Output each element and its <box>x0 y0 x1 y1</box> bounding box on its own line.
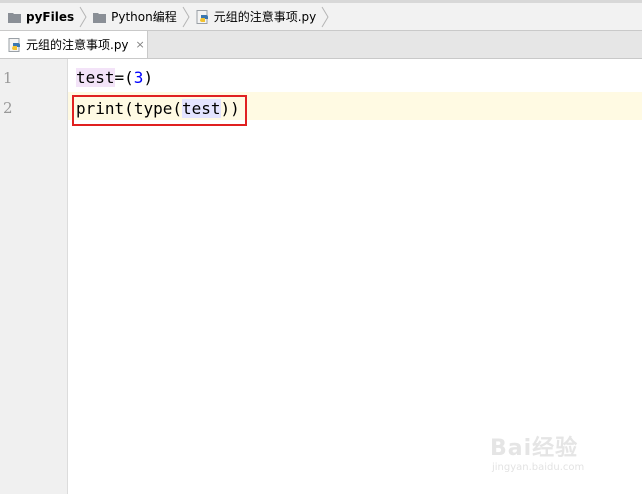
code-number: 3 <box>133 68 144 87</box>
breadcrumb-item-file[interactable]: 元组的注意事项.py <box>196 3 317 30</box>
tab-label: 元组的注意事项.py <box>26 38 129 52</box>
highlight-box <box>72 95 247 126</box>
watermark-url: jingyan.baidu.com <box>492 462 585 473</box>
chevron-right-icon <box>319 3 331 31</box>
line-number: 2 <box>3 99 13 117</box>
folder-icon <box>93 12 107 23</box>
watermark: Bai经验 jingyan.baidu.com <box>490 422 610 482</box>
code-paren: ) <box>143 68 154 87</box>
breadcrumb-item-pyfiles[interactable]: pyFiles <box>8 3 74 30</box>
ide-window: pyFiles Python编程 元组的注意事项.py 元组的注意事项.py ×… <box>0 0 642 494</box>
code-editor[interactable]: 1 2 test=(3) print(type(test)) Bai经验 jin… <box>0 59 642 494</box>
breadcrumb-item-python[interactable]: Python编程 <box>93 3 177 30</box>
python-file-icon <box>196 9 210 24</box>
breadcrumb-label: 元组的注意事项.py <box>213 9 317 24</box>
python-file-icon <box>8 37 22 52</box>
chevron-right-icon <box>180 3 192 31</box>
close-icon[interactable]: × <box>136 39 145 50</box>
chevron-right-icon <box>77 3 89 31</box>
breadcrumb: pyFiles Python编程 元组的注意事项.py <box>0 3 642 31</box>
editor-tab-strip: 元组的注意事项.py × <box>0 31 642 59</box>
tab-file[interactable]: 元组的注意事项.py × <box>0 31 148 58</box>
line-number: 1 <box>3 69 13 87</box>
breadcrumb-label: pyFiles <box>26 9 75 24</box>
breadcrumb-label: Python编程 <box>111 9 177 24</box>
code-identifier: test <box>76 68 115 87</box>
folder-icon <box>8 12 21 23</box>
watermark-logo: Bai经验 <box>490 436 579 461</box>
code-line-1[interactable]: test=(3) <box>76 63 153 93</box>
code-operator: =( <box>114 68 134 87</box>
line-number-gutter <box>0 59 68 494</box>
